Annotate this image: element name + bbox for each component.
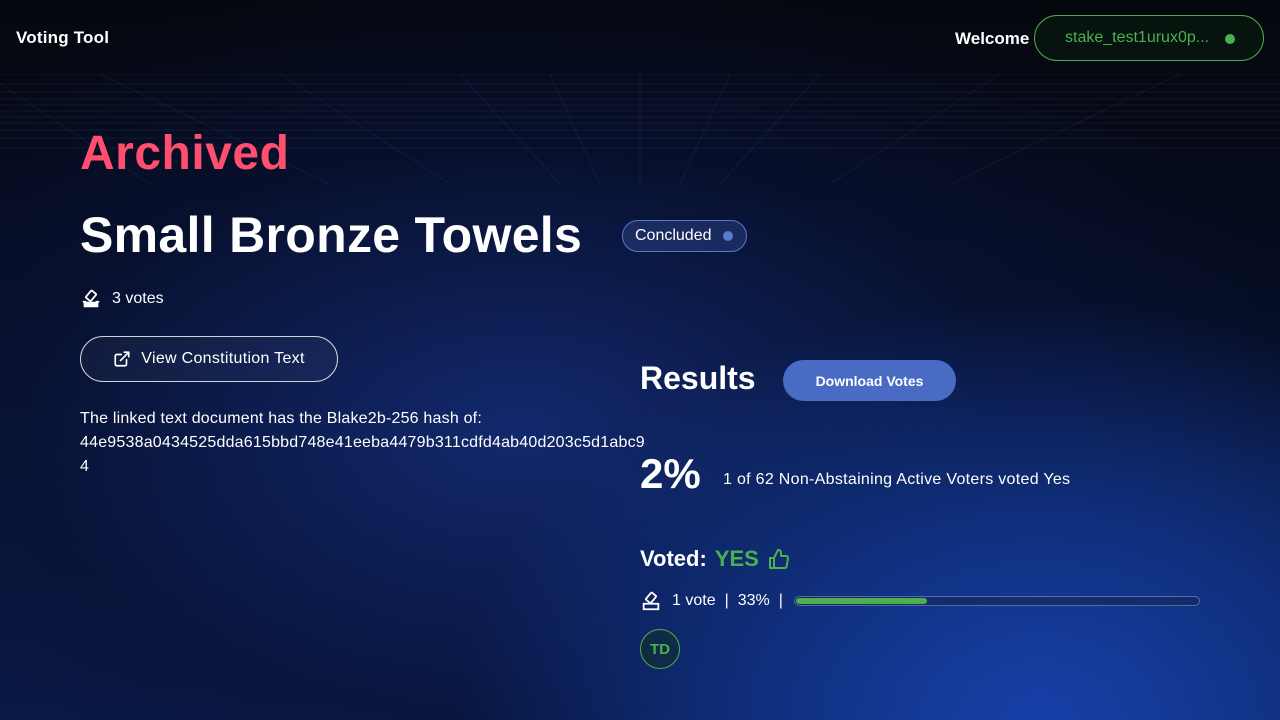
results-heading: Results: [640, 360, 756, 396]
status-dot-icon: [722, 231, 733, 241]
hash-info: The linked text document has the Blake2b…: [80, 407, 650, 479]
wallet-address: stake_test1urux0p...: [1065, 29, 1210, 46]
status-badge-label: Concluded: [635, 227, 712, 244]
voted-choice-label: YES: [714, 546, 759, 571]
ballot-icon: [82, 289, 100, 308]
thumbs-up-icon: [768, 548, 789, 569]
app-logo-title[interactable]: Voting Tool: [16, 28, 109, 48]
proposal-title: Small Bronze Towels: [80, 207, 583, 263]
yes-progress-bar: [793, 596, 1200, 606]
view-constitution-button[interactable]: View Constitution Text: [80, 336, 338, 382]
votes-count-label: 3 votes: [112, 290, 164, 307]
wallet-button[interactable]: stake_test1urux0p...: [1034, 15, 1264, 61]
voted-choice: Voted: YES: [640, 546, 791, 572]
votes-count: 3 votes: [80, 288, 164, 310]
top-bar: Voting Tool Welcome stake_test1urux0p...: [0, 0, 1280, 76]
hash-value: 44e9538a0434525dda615bbd748e41eeba4479b3…: [80, 434, 645, 475]
choice-votes: 1 vote: [672, 592, 716, 609]
voter-avatar[interactable]: TD: [640, 629, 680, 669]
yes-percentage: 2%: [640, 450, 701, 497]
choice-percent: 33%: [737, 592, 770, 609]
separator: |: [778, 592, 783, 609]
yes-progress-fill: [795, 598, 928, 604]
archived-heading: Archived: [80, 127, 290, 180]
voted-label: Voted:: [640, 546, 707, 571]
status-badge: Concluded: [622, 220, 747, 252]
download-votes-button[interactable]: Download Votes: [783, 360, 956, 401]
connected-status-dot-icon: [1225, 34, 1235, 44]
hash-intro: The linked text document has the Blake2b…: [80, 410, 482, 427]
ballot-icon: [642, 591, 660, 611]
external-link-icon: [114, 351, 130, 367]
yes-vote-bar-row: 1 vote | 33% |: [640, 590, 1200, 612]
results-summary: 1 of 62 Non-Abstaining Active Voters vot…: [723, 471, 1071, 488]
welcome-label: Welcome: [955, 29, 1030, 48]
separator: |: [724, 592, 729, 609]
view-constitution-label: View Constitution Text: [141, 350, 305, 367]
